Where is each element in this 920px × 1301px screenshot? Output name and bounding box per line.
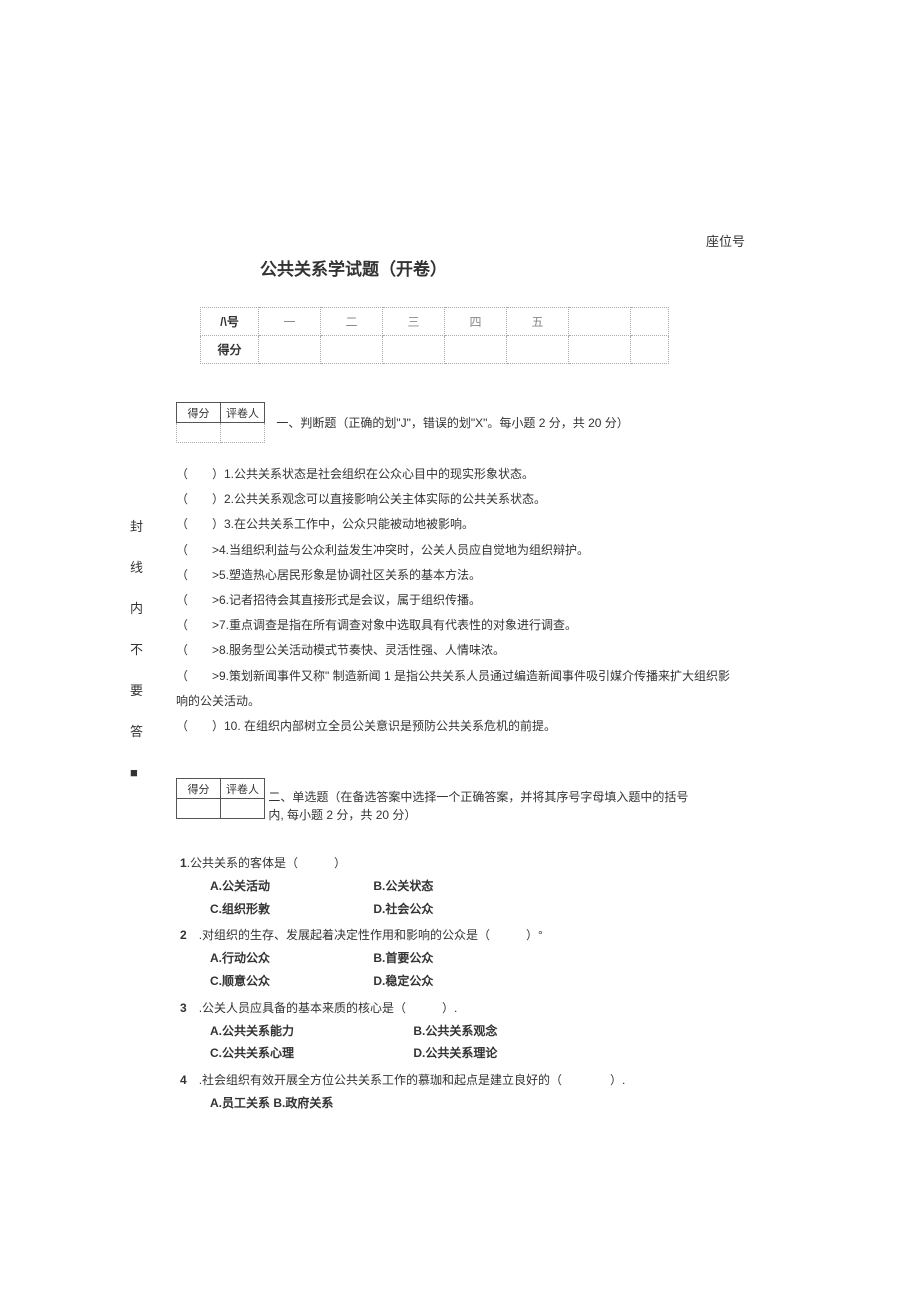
- grader-cell: [221, 799, 265, 819]
- table-row: /\号 一 二 三 四 五: [201, 308, 669, 336]
- mc-option: A.公关活动: [210, 875, 370, 898]
- table-row: 得分: [201, 336, 669, 364]
- mc-stem: .社会组织有效开展全方位公共关系工作的慕珈和起点是建立良好的（ ）.: [199, 1073, 626, 1087]
- true-false-questions: （ ）1.公共关系状态是社会组织在公众心目中的现实形象状态。 （ ）2.公共关系…: [176, 462, 736, 739]
- mc-num: 4: [180, 1073, 187, 1087]
- mc-option: D.公共关系理论: [413, 1042, 613, 1065]
- tf-question: （ >7.重点调查是指在所有调查对象中选取具有代表性的对象进行调查。: [176, 613, 736, 638]
- grader-label: 评卷人: [221, 779, 265, 799]
- grader-box: 得分 评卷人: [176, 402, 265, 443]
- col-header: 一: [259, 308, 321, 336]
- mc-stem: .对组织的生存、发展起着决定性作用和影响的公众是（ ）°: [199, 928, 543, 942]
- row-label: 得分: [201, 336, 259, 364]
- col-header: 四: [445, 308, 507, 336]
- margin-char: 封: [130, 520, 143, 533]
- grader-box: 得分 评卷人: [176, 778, 265, 819]
- binding-margin-labels: 封 线 内 不 要 答 ■: [130, 520, 143, 807]
- score-cell: [321, 336, 383, 364]
- mc-question: 3 .公关人员应具备的基本来质的核心是（ ）. A.公共关系能力 B.公共关系观…: [180, 997, 740, 1065]
- col-header: 二: [321, 308, 383, 336]
- tf-question: （ >4.当组织利益与公众利益发生冲突时，公关人员应自觉地为组织辩护。: [176, 538, 736, 563]
- score-cell: [259, 336, 321, 364]
- col-header: [569, 308, 631, 336]
- mc-option: D.社会公众: [373, 898, 533, 921]
- col-header: 三: [383, 308, 445, 336]
- tf-question: （ ）1.公共关系状态是社会组织在公众心目中的现实形象状态。: [176, 462, 736, 487]
- mc-option: C.组织形敦: [210, 898, 370, 921]
- score-cell: [177, 423, 221, 443]
- margin-char: 要: [130, 684, 143, 697]
- mc-option: B.首要公众: [373, 947, 533, 970]
- tf-question: （ ）3.在公共关系工作中，公众只能被动地被影响。: [176, 512, 736, 537]
- tf-question: （ ）2.公共关系观念可以直接影响公关主体实际的公共关系状态。: [176, 487, 736, 512]
- tf-question: （ >6.记者招待会其直接形式是会议，属于组织传播。: [176, 588, 736, 613]
- mc-option: B.公共关系观念: [413, 1020, 613, 1043]
- grader-label: 评卷人: [221, 403, 265, 423]
- margin-char: 内: [130, 602, 143, 615]
- margin-char: ■: [130, 766, 143, 779]
- mc-option: A.公共关系能力: [210, 1020, 410, 1043]
- mc-option: D.稳定公众: [373, 970, 533, 993]
- tf-question: （ >5.塑造热心居民形象是协调社区关系的基本方法。: [176, 563, 736, 588]
- multiple-choice-questions: 1.公共关系的客体是（ ） A.公关活动 B.公关状态 C.组织形敦 D.社会公…: [180, 848, 740, 1115]
- mc-stem: .公关人员应具备的基本来质的核心是（ ）.: [199, 1001, 458, 1015]
- col-header: 五: [507, 308, 569, 336]
- margin-char: 答: [130, 725, 143, 738]
- score-cell: [507, 336, 569, 364]
- mc-question: 2 .对组织的生存、发展起着决定性作用和影响的公众是（ ）° A.行动公众 B.…: [180, 924, 740, 992]
- mc-stem: .公共关系的客体是（ ）: [187, 856, 346, 870]
- section-1-heading: 一、判断题（正确的划"J"，错误的划"X"。每小题 2 分，共 20 分）: [276, 414, 628, 431]
- score-label: 得分: [177, 403, 221, 423]
- margin-char: 不: [130, 643, 143, 656]
- row-label: /\号: [201, 308, 259, 336]
- score-summary-table: /\号 一 二 三 四 五 得分: [200, 307, 669, 364]
- mc-option: A.行动公众: [210, 947, 370, 970]
- score-cell: [631, 336, 669, 364]
- score-cell: [445, 336, 507, 364]
- score-cell: [569, 336, 631, 364]
- col-header: [631, 308, 669, 336]
- score-label: 得分: [177, 779, 221, 799]
- tf-question: （ ）10. 在组织内部树立全员公关意识是预防公共关系危机的前提。: [176, 714, 736, 739]
- mc-question: 1.公共关系的客体是（ ） A.公关活动 B.公关状态 C.组织形敦 D.社会公…: [180, 852, 740, 920]
- page-title: 公共关系学试题（开卷）: [260, 255, 447, 280]
- mc-question: 4 .社会组织有效开展全方位公共关系工作的慕珈和起点是建立良好的（ ）. A.员…: [180, 1069, 740, 1115]
- mc-num: 1: [180, 856, 187, 870]
- score-cell: [177, 799, 221, 819]
- mc-option: B.公关状态: [373, 875, 533, 898]
- score-cell: [383, 336, 445, 364]
- mc-num: 3: [180, 1001, 187, 1015]
- section-2-header: 得分 评卷人 二、单选题（在备选答案中选择一个正确答案，并将其序号字母填入题中的…: [176, 778, 698, 824]
- grader-cell: [221, 423, 265, 443]
- mc-option: C.顺意公众: [210, 970, 370, 993]
- tf-question: （ >8.服务型公关活动模式节奏快、灵活性强、人情味浓。: [176, 638, 736, 663]
- section-2-heading: 二、单选题（在备选答案中选择一个正确答案，并将其序号字母填入题中的括号内, 每小…: [268, 788, 698, 824]
- seat-number-label: 座位号: [706, 231, 745, 250]
- mc-num: 2: [180, 928, 187, 942]
- margin-char: 线: [130, 561, 143, 574]
- tf-question: （ >9.策划新闻事件又称" 制造新闻 1 是指公共关系人员通过编造新闻事件吸引…: [176, 664, 736, 714]
- mc-option: C.公共关系心理: [210, 1042, 410, 1065]
- section-1-header: 得分 评卷人 一、判断题（正确的划"J"，错误的划"X"。每小题 2 分，共 2…: [176, 402, 629, 443]
- mc-option-line: A.员工关系 B.政府关系: [210, 1096, 333, 1110]
